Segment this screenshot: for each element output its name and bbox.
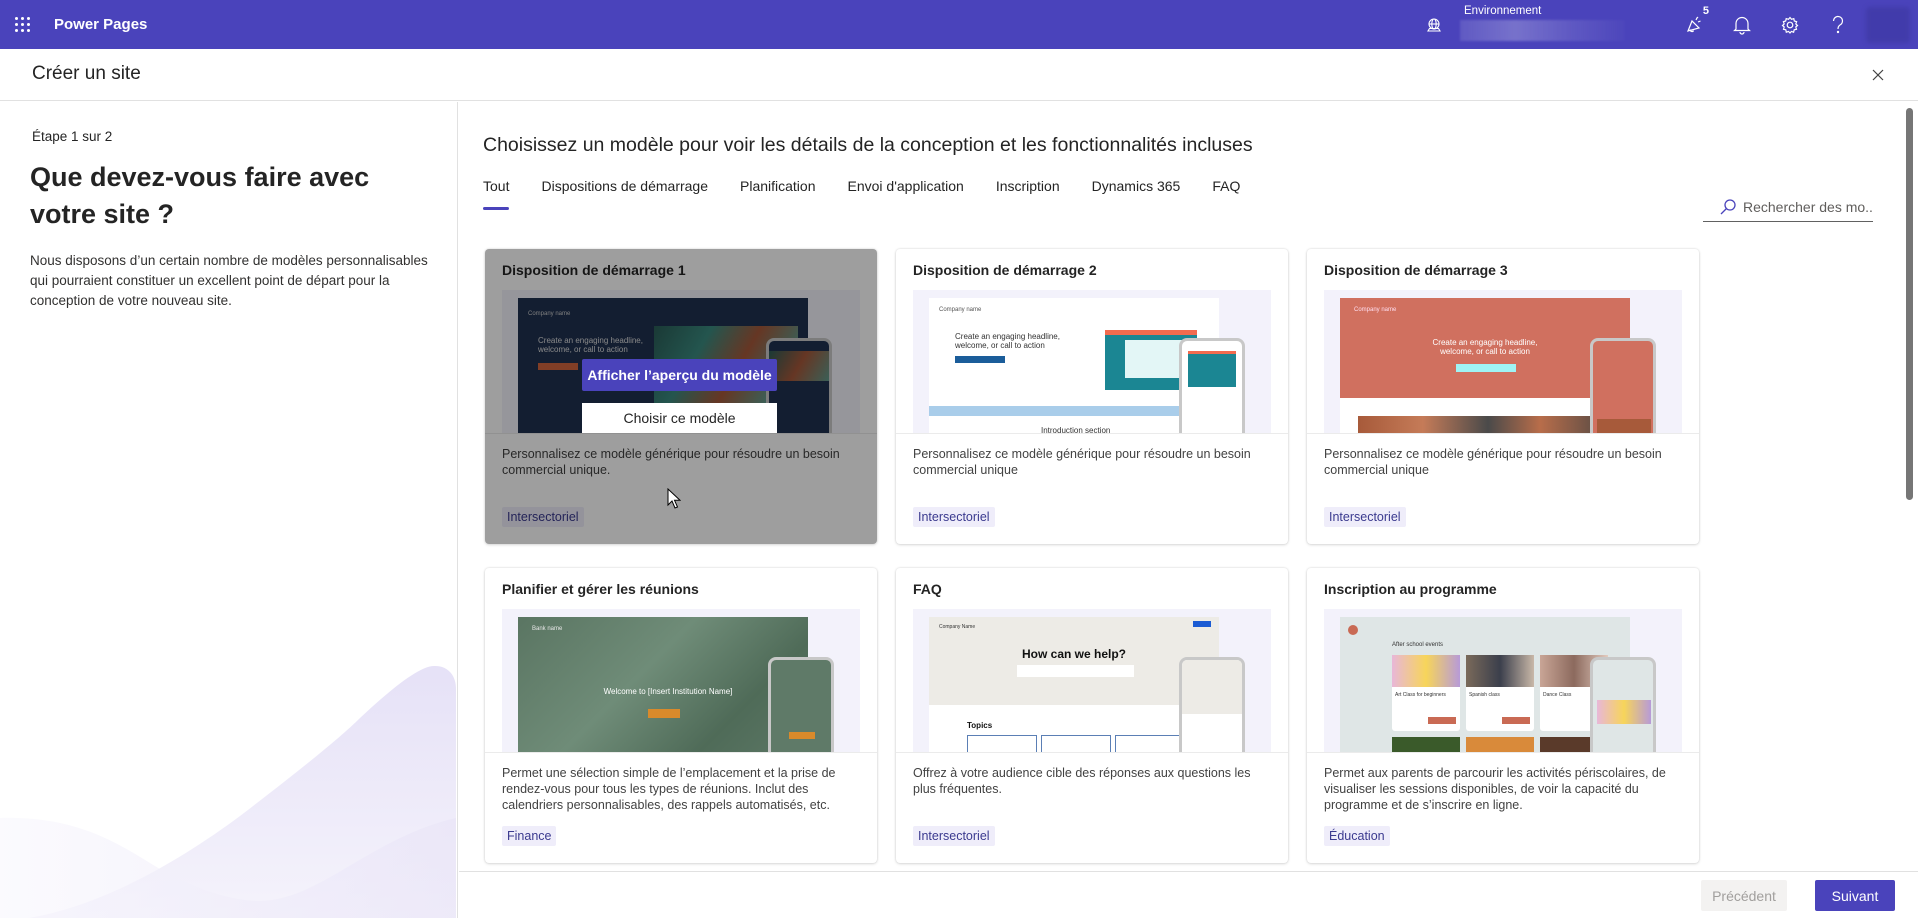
- template-card[interactable]: Inscription au programme After school ev…: [1307, 568, 1699, 863]
- thumb-headline: Create an engaging headline, welcome, or…: [538, 336, 643, 354]
- mouse-cursor-icon: [667, 488, 681, 509]
- thumb-headline: After school events: [1392, 642, 1444, 648]
- left-pane: Étape 1 sur 2 Que devez-vous faire avec …: [0, 102, 458, 918]
- category-tabs: Tout Dispositions de démarrage Planifica…: [483, 172, 1272, 212]
- thumb-headline: Create an engaging headline, welcome, or…: [1432, 338, 1538, 356]
- card-tag: Intersectoriel: [913, 826, 995, 846]
- card-title: Disposition de démarrage 2: [913, 262, 1097, 278]
- card-title: Planifier et gérer les réunions: [502, 581, 699, 597]
- tab-dynamics-365[interactable]: Dynamics 365: [1092, 172, 1181, 210]
- announcement-megaphone-icon: [1686, 16, 1701, 32]
- template-thumbnail: Company name Create an engaging headline…: [1324, 290, 1682, 433]
- help-icon: [1832, 15, 1844, 33]
- environment-globe-icon: [1424, 15, 1444, 35]
- previous-button[interactable]: Précédent: [1701, 880, 1787, 911]
- top-bar: Power Pages Environnement 5: [0, 0, 1918, 49]
- bell-icon: [1733, 16, 1751, 35]
- tab-tout[interactable]: Tout: [483, 172, 510, 210]
- thumb-headline: Welcome to [Insert Institution Name]: [603, 687, 733, 696]
- template-card[interactable]: Planifier et gérer les réunions Bank nam…: [485, 568, 877, 863]
- search-input[interactable]: [1743, 198, 1873, 215]
- card-title: Disposition de démarrage 1: [502, 262, 686, 278]
- card-tag: Intersectoriel: [1324, 507, 1406, 527]
- help-button[interactable]: [1814, 0, 1862, 49]
- thumb-item: Spanish class: [1469, 692, 1500, 698]
- card-description: Personnalisez ce modèle générique pour r…: [502, 447, 840, 477]
- waffle-icon: [14, 17, 30, 32]
- card-tag: Intersectoriel: [502, 507, 584, 527]
- step-indicator: Étape 1 sur 2: [32, 129, 113, 144]
- thumb-company: Company name: [528, 311, 571, 317]
- template-card[interactable]: Disposition de démarrage 3 Company name …: [1307, 249, 1699, 544]
- card-title: Disposition de démarrage 3: [1324, 262, 1508, 278]
- tab-planification[interactable]: Planification: [740, 172, 816, 210]
- template-thumbnail: Company Name How can we help? Topics: [913, 609, 1271, 752]
- thumb-item: Art Class for beginners: [1395, 692, 1446, 698]
- tab-faq[interactable]: FAQ: [1212, 172, 1240, 210]
- tab-inscription[interactable]: Inscription: [996, 172, 1060, 210]
- card-description: Permet aux parents de parcourir les acti…: [1324, 766, 1666, 812]
- dialog-title: Créer un site: [32, 63, 141, 84]
- close-icon: [1872, 69, 1884, 81]
- template-thumbnail: Bank name Welcome to [Insert Institution…: [502, 609, 860, 752]
- template-search[interactable]: [1703, 192, 1873, 222]
- preview-template-button[interactable]: Afficher l’aperçu du modèle: [582, 359, 777, 391]
- card-description: Personnalisez ce modèle générique pour r…: [913, 447, 1251, 477]
- scrollbar-thumb[interactable]: [1906, 108, 1913, 500]
- template-card[interactable]: FAQ Company Name How can we help? Topics…: [896, 568, 1288, 863]
- app-launcher-button[interactable]: [0, 0, 44, 49]
- template-card[interactable]: Disposition de démarrage 1 Company name …: [485, 249, 877, 544]
- template-card[interactable]: Disposition de démarrage 2 Company name …: [896, 249, 1288, 544]
- user-avatar[interactable]: [1866, 6, 1910, 43]
- card-description: Offrez à votre audience cible des répons…: [913, 766, 1251, 796]
- template-thumbnail: After school events Art Class for beginn…: [1324, 609, 1682, 752]
- choose-template-button[interactable]: Choisir ce modèle: [582, 403, 777, 433]
- template-thumbnail: Company name Create an engaging headline…: [913, 290, 1271, 433]
- main-title: Choisissez un modèle pour voir les détai…: [483, 134, 1253, 156]
- thumb-company: Company name: [1354, 307, 1397, 313]
- card-title: Inscription au programme: [1324, 581, 1497, 597]
- dialog-footer: Précédent Suivant: [459, 871, 1918, 918]
- announcements-button[interactable]: 5: [1670, 0, 1718, 49]
- card-hover-actions: Afficher l’aperçu du modèle Choisir ce m…: [582, 359, 777, 433]
- close-button[interactable]: [1868, 65, 1888, 85]
- next-button[interactable]: Suivant: [1815, 880, 1895, 911]
- settings-button[interactable]: [1766, 0, 1814, 49]
- environment-picker[interactable]: Environnement: [1460, 0, 1630, 49]
- thumb-section: Introduction section: [1041, 426, 1111, 433]
- card-description: Permet une sélection simple de l’emplace…: [502, 766, 836, 812]
- left-heading: Que devez-vous faire avec votre site ?: [30, 162, 370, 229]
- card-tag: Intersectoriel: [913, 507, 995, 527]
- app-name[interactable]: Power Pages: [54, 16, 147, 33]
- thumb-company: Company Name: [939, 624, 976, 630]
- left-description: Nous disposons d’un certain nombre de mo…: [30, 253, 428, 308]
- tab-dispositions-de-demarrage[interactable]: Dispositions de démarrage: [541, 172, 708, 210]
- environment-name-redacted: [1460, 20, 1625, 41]
- gear-icon: [1781, 16, 1799, 34]
- search-icon: [1720, 198, 1736, 214]
- notifications-badge: 5: [1702, 5, 1709, 17]
- thumb-section: Topics: [967, 721, 993, 730]
- dialog-header: Créer un site: [0, 49, 1918, 101]
- notifications-button[interactable]: [1718, 0, 1766, 49]
- thumb-company: Bank name: [532, 626, 563, 632]
- thumb-headline: Create an engaging headline, welcome, or…: [955, 332, 1060, 350]
- card-description: Personnalisez ce modèle générique pour r…: [1324, 447, 1662, 477]
- tab-envoi-application[interactable]: Envoi d'application: [848, 172, 964, 210]
- card-title: FAQ: [913, 581, 942, 597]
- decorative-waves: [0, 665, 456, 918]
- card-tag: Éducation: [1324, 826, 1390, 846]
- card-tag: Finance: [502, 826, 557, 846]
- thumb-item: Dance Class: [1543, 692, 1572, 698]
- thumb-company: Company name: [939, 307, 982, 313]
- thumb-headline: How can we help?: [1021, 647, 1126, 661]
- environment-label: Environnement: [1464, 5, 1542, 17]
